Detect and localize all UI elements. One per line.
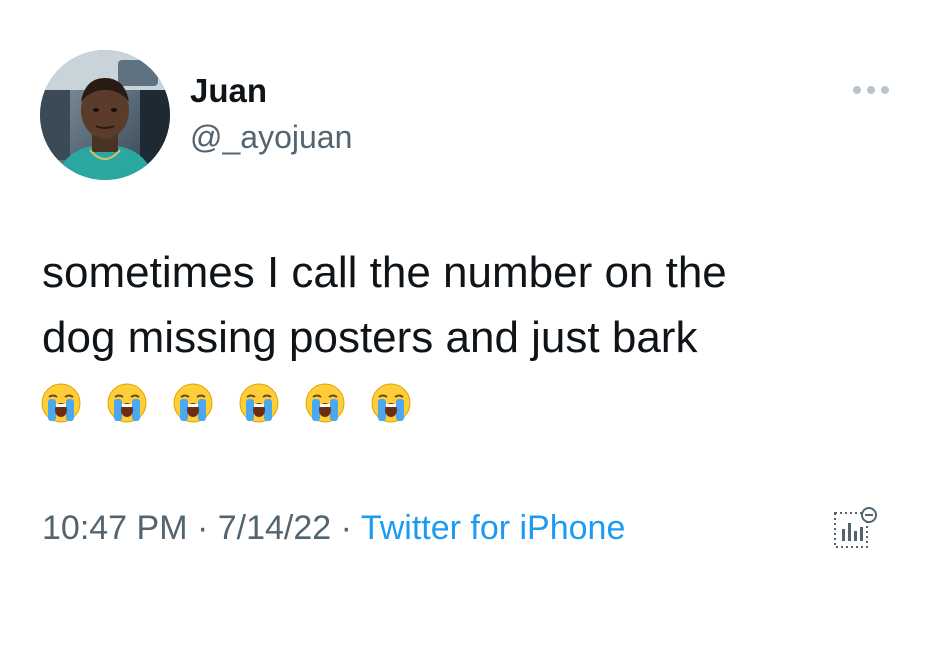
avatar-photo — [40, 50, 170, 180]
meta-separator: · — [187, 509, 218, 547]
loudly-crying-face-icon — [173, 383, 213, 423]
meta-separator: · — [331, 509, 361, 547]
avatar[interactable] — [40, 50, 170, 180]
tweet-text-line: sometimes I call the number on the — [42, 248, 727, 297]
loudly-crying-face-icon — [41, 383, 81, 423]
tweet-date[interactable]: 7/14/22 — [218, 509, 331, 547]
loudly-crying-face-icon — [107, 383, 147, 423]
author-handle[interactable]: @_ayojuan — [190, 117, 352, 157]
tweet-text-line: dog missing posters and just bark — [42, 313, 698, 362]
tweet-meta: 10:47 PM · 7/14/22 · Twitter for iPhone — [42, 505, 625, 551]
loudly-crying-face-icon — [305, 383, 345, 423]
tweet-analytics-icon — [834, 507, 877, 548]
author-name[interactable]: Juan — [190, 71, 267, 111]
loudly-crying-face-icon — [239, 383, 279, 423]
more-options-button[interactable] — [848, 80, 894, 100]
tweet-text: sometimes I call the number on the dog m… — [42, 240, 892, 370]
tweet-time[interactable]: 10:47 PM — [42, 509, 188, 547]
loudly-crying-face-icon — [371, 383, 411, 423]
tweet-analytics-button[interactable] — [833, 505, 879, 551]
tweet-source-link[interactable]: Twitter for iPhone — [361, 509, 626, 547]
more-options-icon — [853, 86, 889, 94]
emoji-row — [40, 382, 412, 424]
